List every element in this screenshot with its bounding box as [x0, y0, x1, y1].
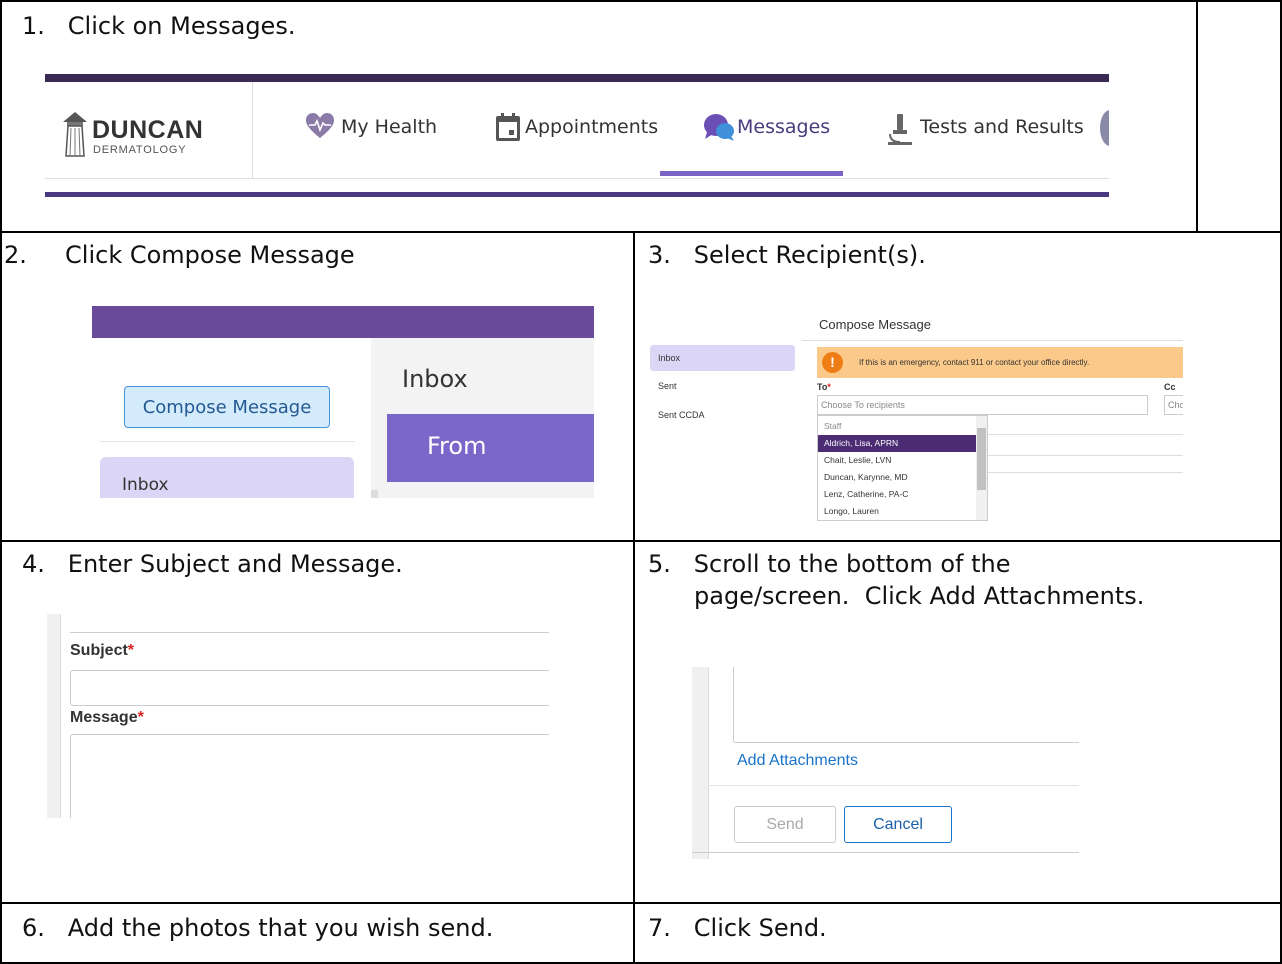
nav-item-tests-results[interactable]: Tests and Results	[920, 116, 1084, 138]
message-label-text: Message	[70, 709, 138, 726]
subject-message-screenshot: Subject* Message*	[47, 614, 549, 818]
nav-separator	[252, 82, 253, 178]
divider	[708, 785, 1079, 786]
compose-message-button[interactable]: Compose Message	[124, 386, 330, 428]
left-pane: Compose Message Inbox	[92, 338, 371, 498]
sidebar-item-sent[interactable]: Sent	[658, 381, 677, 391]
subject-input[interactable]	[70, 670, 549, 706]
table-divider-row1	[1196, 0, 1198, 232]
required-mark: *	[127, 642, 135, 659]
recipient-screenshot: Inbox Sent Sent CCDA Compose Message ! I…	[647, 306, 1183, 521]
table-border-bottom	[0, 962, 1282, 964]
required-mark: *	[137, 709, 144, 726]
sidebar-item-label: Inbox	[122, 475, 169, 495]
dropdown-option[interactable]: Chait, Leslie, LVN	[818, 452, 977, 469]
to-recipients-input[interactable]: Choose To recipients	[817, 395, 1148, 415]
to-label-text: To	[817, 382, 828, 392]
alert-text: If this is an emergency, contact 911 or …	[859, 358, 1090, 367]
form-line	[988, 472, 1183, 473]
nav-item-my-health[interactable]: My Health	[341, 116, 437, 138]
dropdown-option[interactable]: Duncan, Karynne, MD	[818, 469, 977, 486]
cc-label: Cc	[1164, 382, 1176, 392]
message-textarea[interactable]	[70, 734, 549, 818]
left-gutter	[47, 614, 61, 818]
message-textarea[interactable]	[733, 667, 1079, 743]
subject-label-text: Subject	[70, 642, 128, 659]
heart-pulse-icon	[305, 112, 335, 144]
header-bar	[92, 306, 594, 338]
nav-bottom-bar	[45, 192, 1109, 197]
bottom-border	[692, 852, 1079, 853]
column-header-from[interactable]: From	[387, 414, 594, 482]
microscope-icon	[886, 112, 914, 150]
dropdown-scrollbar[interactable]	[976, 416, 987, 520]
nav-divider	[45, 178, 1109, 179]
dropdown-option[interactable]: Longo, Lauren	[818, 503, 977, 520]
message-sidebar: Inbox Sent Sent CCDA	[647, 306, 803, 521]
nav-more-icon[interactable]	[1100, 110, 1109, 146]
nav-top-bar	[45, 74, 1109, 82]
field-border	[70, 632, 549, 633]
portal-nav-screenshot: DUNCAN DERMATOLOGY My Health Appointment…	[45, 74, 1109, 199]
warning-icon: !	[822, 352, 843, 373]
required-mark: *	[827, 382, 831, 392]
header-divider	[802, 340, 1183, 341]
table-border-right	[1280, 0, 1282, 964]
step-1-text: 1. Click on Messages.	[22, 12, 296, 40]
table-border-left	[0, 0, 2, 964]
logo-subtitle: DERMATOLOGY	[93, 144, 187, 156]
compose-screenshot: Compose Message Inbox Inbox From	[92, 306, 594, 498]
nav-item-messages[interactable]: Messages	[737, 116, 830, 138]
sidebar-item-sent-ccda[interactable]: Sent CCDA	[658, 410, 705, 420]
divider	[100, 441, 355, 442]
form-line	[988, 434, 1183, 435]
compose-title: Compose Message	[819, 317, 931, 332]
table-border-top	[0, 0, 1282, 2]
table-divider-2	[0, 540, 1282, 542]
nav-active-indicator	[660, 171, 843, 176]
table-divider-3	[0, 902, 1282, 904]
message-label: Message*	[70, 709, 144, 727]
recipient-dropdown[interactable]: Staff Aldrich, Lisa, APRN Chait, Leslie,…	[817, 415, 988, 521]
cancel-button[interactable]: Cancel	[844, 806, 952, 843]
table-divider-1	[0, 231, 1282, 233]
dropdown-option[interactable]: Aldrich, Lisa, APRN	[818, 435, 977, 452]
logo-name[interactable]: DUNCAN	[92, 116, 203, 145]
sidebar-item-inbox[interactable]: Inbox	[100, 457, 354, 498]
form-line	[988, 455, 1183, 456]
dropdown-option[interactable]: Lenz, Catherine, PA-C	[818, 486, 977, 503]
scroll-thumb[interactable]	[977, 428, 986, 490]
sidebar-item-inbox-label: Inbox	[658, 353, 681, 363]
step-5-text-line2: page/screen. Click Add Attachments.	[694, 582, 1145, 610]
nav-item-appointments[interactable]: Appointments	[525, 116, 658, 138]
send-button[interactable]: Send	[734, 806, 836, 843]
column-header-label: From	[427, 432, 487, 460]
step-3-text: 3. Select Recipient(s).	[648, 241, 926, 269]
left-gutter	[692, 667, 709, 859]
step-5-text-line1: 5. Scroll to the bottom of the	[648, 550, 1011, 578]
attachments-screenshot: Add Attachments Send Cancel	[692, 667, 1079, 859]
to-label: To*	[817, 382, 831, 392]
lighthouse-logo-icon	[59, 110, 91, 162]
pane-edge	[371, 490, 378, 498]
step-6-text: 6. Add the photos that you wish send.	[22, 914, 494, 942]
compose-form: Compose Message ! If this is an emergenc…	[802, 306, 1183, 521]
subject-label: Subject*	[70, 642, 134, 660]
step-4-text: 4. Enter Subject and Message.	[22, 550, 403, 578]
step-2-text: 2. Click Compose Message	[4, 241, 355, 269]
step-7-text: 7. Click Send.	[648, 914, 827, 942]
table-divider-col	[633, 231, 635, 964]
cc-recipients-input[interactable]: Cho	[1164, 395, 1183, 415]
dropdown-group-label: Staff	[824, 421, 842, 431]
add-attachments-link[interactable]: Add Attachments	[737, 752, 858, 770]
pane-title: Inbox	[402, 365, 468, 393]
emergency-alert: ! If this is an emergency, contact 911 o…	[817, 347, 1183, 378]
chat-bubbles-icon	[703, 112, 735, 146]
calendar-icon	[495, 112, 521, 146]
